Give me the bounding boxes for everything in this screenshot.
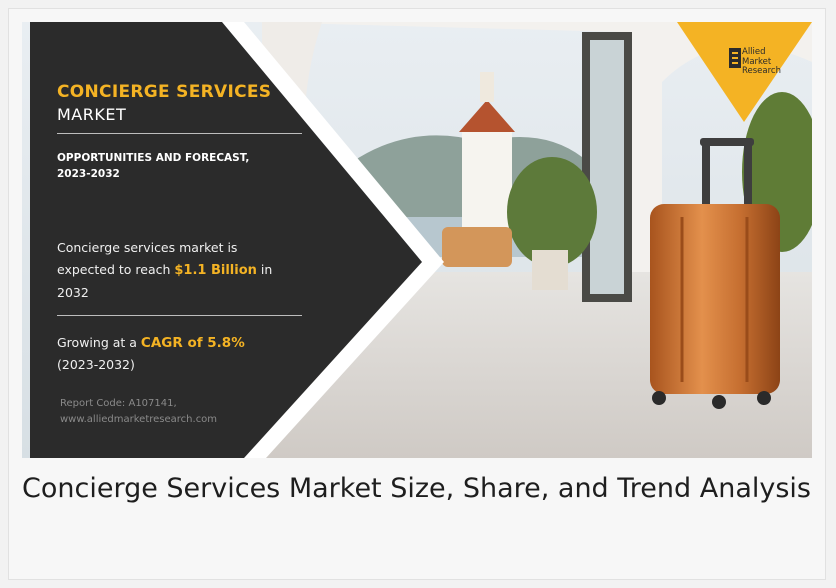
logo-text: Allied Market Research bbox=[742, 47, 781, 77]
subtitle: OPPORTUNITIES AND FORECAST, 2023-2032 bbox=[57, 150, 297, 182]
grow-prefix: Growing at a bbox=[57, 335, 141, 350]
logo-line3: Research bbox=[742, 66, 781, 76]
grow-value: CAGR of 5.8% bbox=[140, 335, 245, 351]
reach-value: $1.1 Billion bbox=[174, 263, 257, 278]
reach-line1: Concierge services market is bbox=[57, 240, 238, 255]
grow-line1: Growing at a CAGR of 5.8% bbox=[57, 332, 307, 354]
report-title-link[interactable]: Concierge Services Market Size, Share, a… bbox=[22, 470, 812, 508]
divider bbox=[57, 315, 302, 316]
reach-line3: 2032 bbox=[57, 285, 89, 300]
grow-period: (2023-2032) bbox=[57, 357, 135, 372]
cagr-text: Growing at a CAGR of 5.8% (2023-2032) bbox=[57, 332, 307, 376]
reach-line2: expected to reach $1.1 Billion in bbox=[57, 259, 307, 282]
report-code-line: Report Code: A107141, bbox=[60, 398, 177, 409]
divider bbox=[57, 133, 302, 134]
forecast-text: Concierge services market is expected to… bbox=[57, 237, 307, 304]
reach-suffix: in bbox=[256, 262, 273, 277]
report-code: Report Code: A107141, www.alliedmarketre… bbox=[60, 396, 300, 428]
title-rest: MARKET bbox=[57, 105, 127, 124]
subtitle-line1: OPPORTUNITIES AND FORECAST, bbox=[57, 152, 250, 164]
report-banner-image[interactable]: CONCIERGE SERVICES MARKET OPPORTUNITIES … bbox=[22, 22, 812, 458]
title-highlight: CONCIERGE SERVICES bbox=[57, 82, 272, 102]
reach-prefix: expected to reach bbox=[57, 262, 175, 277]
website-line: www.alliedmarketresearch.com bbox=[60, 414, 218, 425]
subtitle-line2: 2023-2032 bbox=[57, 168, 120, 180]
